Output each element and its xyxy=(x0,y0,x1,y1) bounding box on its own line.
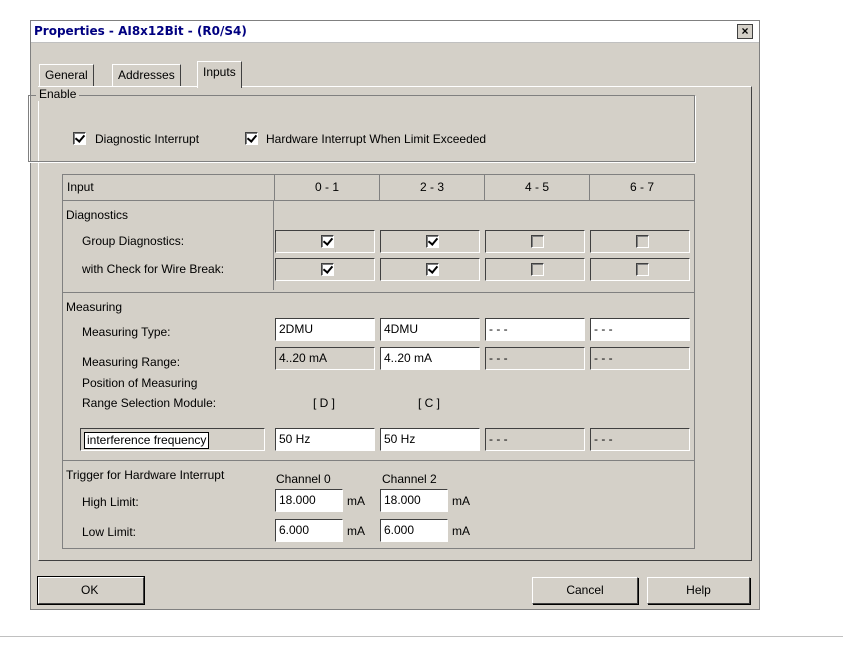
position-label-line1: Position of Measuring xyxy=(82,376,198,390)
wire-break-cell-4-5[interactable] xyxy=(485,258,585,281)
close-icon[interactable]: × xyxy=(737,24,753,39)
unit-label: mA xyxy=(347,494,365,508)
low-limit-channel-2[interactable]: 6.000 xyxy=(380,519,448,542)
checkbox-empty-icon[interactable] xyxy=(531,263,544,276)
diagnostic-interrupt-checkbox[interactable] xyxy=(73,131,86,146)
diagnostic-interrupt-label: Diagnostic Interrupt xyxy=(95,132,200,146)
measuring-range-field-6-7[interactable]: - - - xyxy=(590,347,690,370)
wire-break-label: with Check for Wire Break: xyxy=(82,262,225,276)
cancel-button[interactable]: Cancel xyxy=(532,577,638,604)
figure-caption-line xyxy=(0,636,843,651)
measuring-range-field-2-3[interactable]: 4..20 mA xyxy=(380,347,480,370)
tab-inputs[interactable]: Inputs xyxy=(197,61,242,88)
column-header-4-5: 4 - 5 xyxy=(484,175,589,200)
measuring-type-field-2-3[interactable]: 4DMU xyxy=(380,318,480,341)
enable-group-title: Enable xyxy=(36,87,80,101)
trigger-section-title: Trigger for Hardware Interrupt xyxy=(66,468,225,482)
wire-break-cell-2-3[interactable] xyxy=(380,258,480,281)
interference-field-0-1[interactable]: 50 Hz xyxy=(275,428,375,451)
channel-2-label: Channel 2 xyxy=(382,472,437,486)
interference-frequency-label: interference frequency xyxy=(80,428,265,451)
unit-label: mA xyxy=(452,524,470,538)
group-diagnostics-cell-2-3[interactable] xyxy=(380,230,480,253)
checkmark-icon[interactable] xyxy=(73,132,86,146)
low-limit-channel-0[interactable]: 6.000 xyxy=(275,519,343,542)
measuring-section-title: Measuring xyxy=(66,300,123,314)
range-module-position-2-3: [ C ] xyxy=(418,396,441,410)
measuring-type-field-4-5[interactable]: - - - xyxy=(485,318,585,341)
title-bar[interactable]: Properties - AI8x12Bit - (R0/S4) × xyxy=(31,21,759,43)
measuring-range-field-4-5[interactable]: - - - xyxy=(485,347,585,370)
interference-field-6-7[interactable]: - - - xyxy=(590,428,690,451)
ok-button[interactable]: OK xyxy=(37,576,145,605)
high-limit-channel-0[interactable]: 18.000 xyxy=(275,489,343,512)
low-limit-label: Low Limit: xyxy=(82,525,137,539)
enable-groupbox xyxy=(28,95,695,162)
range-module-position-0-1: [ D ] xyxy=(313,396,336,410)
diagnostics-section-title: Diagnostics xyxy=(66,208,129,222)
tab-addresses[interactable]: Addresses xyxy=(112,64,181,86)
grid-column-line xyxy=(273,200,274,290)
group-diagnostics-cell-6-7[interactable] xyxy=(590,230,690,253)
measuring-range-field-0-1[interactable]: 4..20 mA xyxy=(275,347,375,370)
interference-frequency-text: interference frequency xyxy=(84,432,210,449)
column-header-2-3: 2 - 3 xyxy=(379,175,484,200)
checkmark-icon[interactable] xyxy=(245,132,258,146)
wire-break-cell-0-1[interactable] xyxy=(275,258,375,281)
section-divider xyxy=(62,292,695,293)
high-limit-label: High Limit: xyxy=(82,495,139,509)
wire-break-cell-6-7[interactable] xyxy=(590,258,690,281)
high-limit-channel-2[interactable]: 18.000 xyxy=(380,489,448,512)
tab-general[interactable]: General xyxy=(39,64,94,86)
measuring-type-field-0-1[interactable]: 2DMU xyxy=(275,318,375,341)
interference-field-4-5[interactable]: - - - xyxy=(485,428,585,451)
measuring-type-field-6-7[interactable]: - - - xyxy=(590,318,690,341)
hardware-interrupt-checkbox[interactable] xyxy=(245,131,258,146)
unit-label: mA xyxy=(452,494,470,508)
group-diagnostics-cell-0-1[interactable] xyxy=(275,230,375,253)
checkbox-empty-icon[interactable] xyxy=(636,235,649,248)
measuring-range-label: Measuring Range: xyxy=(82,355,181,369)
help-button[interactable]: Help xyxy=(647,577,750,604)
measuring-type-label: Measuring Type: xyxy=(82,325,171,339)
checkmark-icon[interactable] xyxy=(321,263,334,276)
group-diagnostics-label: Group Diagnostics: xyxy=(82,234,185,248)
column-header-0-1: 0 - 1 xyxy=(274,175,379,200)
position-label-line2: Range Selection Module: xyxy=(82,396,217,410)
column-header-6-7: 6 - 7 xyxy=(589,175,694,200)
input-column-header: Input xyxy=(67,180,94,194)
unit-label: mA xyxy=(347,524,365,538)
grid-header: Input 0 - 1 2 - 3 4 - 5 6 - 7 xyxy=(63,175,694,201)
group-diagnostics-cell-4-5[interactable] xyxy=(485,230,585,253)
section-divider xyxy=(62,460,695,461)
hardware-interrupt-label: Hardware Interrupt When Limit Exceeded xyxy=(266,132,487,146)
checkbox-empty-icon[interactable] xyxy=(636,263,649,276)
checkbox-empty-icon[interactable] xyxy=(531,235,544,248)
checkmark-icon[interactable] xyxy=(321,235,334,248)
interference-field-2-3[interactable]: 50 Hz xyxy=(380,428,480,451)
checkmark-icon[interactable] xyxy=(426,263,439,276)
checkmark-icon[interactable] xyxy=(426,235,439,248)
window-title: Properties - AI8x12Bit - (R0/S4) xyxy=(34,24,247,38)
channel-0-label: Channel 0 xyxy=(276,472,331,486)
